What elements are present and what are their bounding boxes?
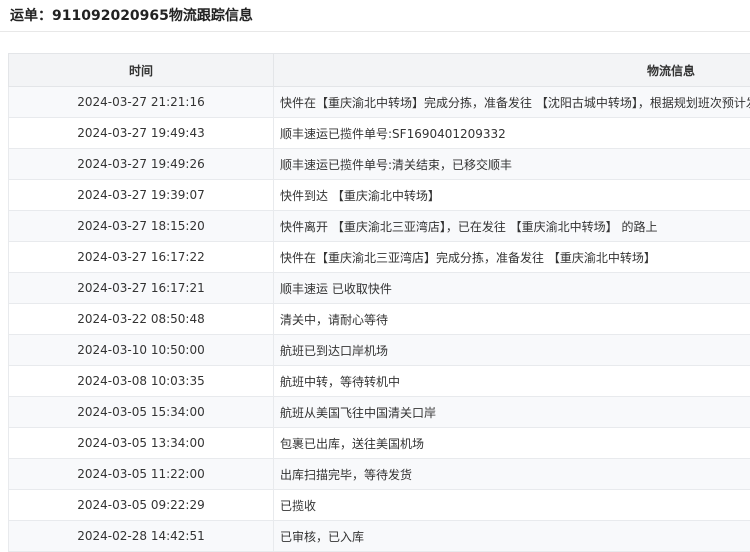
row-time: 2024-03-22 08:50:48 bbox=[9, 304, 274, 335]
row-info: 清关中，请耐心等待 bbox=[274, 304, 750, 335]
table-row: 2024-03-27 19:49:43顺丰速运已揽件单号:SF169040120… bbox=[9, 118, 750, 149]
table-row: 2024-03-27 19:49:26顺丰速运已揽件单号:清关结束，已移交顺丰 bbox=[9, 149, 750, 180]
row-time: 2024-03-05 11:22:00 bbox=[9, 459, 274, 490]
row-time: 2024-03-27 16:17:21 bbox=[9, 273, 274, 304]
row-time: 2024-03-08 10:03:35 bbox=[9, 366, 274, 397]
row-info: 顺丰速运已揽件单号:清关结束，已移交顺丰 bbox=[274, 149, 750, 180]
table-row: 2024-03-27 19:39:07快件到达 【重庆渝北中转场】 bbox=[9, 180, 750, 211]
table-row: 2024-03-05 09:22:29已揽收 bbox=[9, 490, 750, 521]
row-info: 包裹已出库，送往美国机场 bbox=[274, 428, 750, 459]
row-time: 2024-03-05 13:34:00 bbox=[9, 428, 274, 459]
table-row: 2024-03-05 13:34:00包裹已出库，送往美国机场 bbox=[9, 428, 750, 459]
row-time: 2024-03-10 10:50:00 bbox=[9, 335, 274, 366]
row-time: 2024-03-27 21:21:16 bbox=[9, 87, 274, 118]
tracking-table-container: 时间 物流信息 2024-03-27 21:21:16快件在【重庆渝北中转场】完… bbox=[8, 53, 750, 552]
table-row: 2024-03-27 16:17:22快件在【重庆渝北三亚湾店】完成分拣，准备发… bbox=[9, 242, 750, 273]
row-time: 2024-03-05 09:22:29 bbox=[9, 490, 274, 521]
table-row: 2024-03-05 15:34:00航班从美国飞往中国清关口岸 bbox=[9, 397, 750, 428]
row-time: 2024-03-27 19:49:26 bbox=[9, 149, 274, 180]
tracking-table: 时间 物流信息 2024-03-27 21:21:16快件在【重庆渝北中转场】完… bbox=[8, 53, 750, 552]
row-time: 2024-02-28 14:42:51 bbox=[9, 521, 274, 552]
table-row: 2024-03-08 10:03:35航班中转，等待转机中 bbox=[9, 366, 750, 397]
page-title: 运单：911092020965物流跟踪信息 bbox=[10, 5, 253, 25]
row-info: 快件在【重庆渝北中转场】完成分拣，准备发往 【沈阳古城中转场】，根据规划班次预计… bbox=[274, 87, 750, 118]
table-row: 2024-03-27 18:15:20快件离开 【重庆渝北三亚湾店】，已在发往 … bbox=[9, 211, 750, 242]
row-time: 2024-03-27 19:39:07 bbox=[9, 180, 274, 211]
row-info: 已审核，已入库 bbox=[274, 521, 750, 552]
row-info: 航班中转，等待转机中 bbox=[274, 366, 750, 397]
table-row: 2024-03-10 10:50:00航班已到达口岸机场 bbox=[9, 335, 750, 366]
table-row: 2024-03-27 16:17:21顺丰速运 已收取快件 bbox=[9, 273, 750, 304]
column-header-time: 时间 bbox=[9, 54, 274, 87]
table-row: 2024-03-22 08:50:48清关中，请耐心等待 bbox=[9, 304, 750, 335]
column-header-info: 物流信息 bbox=[274, 54, 750, 87]
table-header-row: 时间 物流信息 bbox=[9, 54, 750, 87]
row-info: 航班从美国飞往中国清关口岸 bbox=[274, 397, 750, 428]
row-time: 2024-03-27 16:17:22 bbox=[9, 242, 274, 273]
row-info: 顺丰速运已揽件单号:SF1690401209332 bbox=[274, 118, 750, 149]
row-info: 快件离开 【重庆渝北三亚湾店】，已在发往 【重庆渝北中转场】 的路上 bbox=[274, 211, 750, 242]
row-info: 出库扫描完毕，等待发货 bbox=[274, 459, 750, 490]
row-time: 2024-03-27 19:49:43 bbox=[9, 118, 274, 149]
row-info: 顺丰速运 已收取快件 bbox=[274, 273, 750, 304]
row-time: 2024-03-05 15:34:00 bbox=[9, 397, 274, 428]
table-row: 2024-03-27 21:21:16快件在【重庆渝北中转场】完成分拣，准备发往… bbox=[9, 87, 750, 118]
row-info: 快件在【重庆渝北三亚湾店】完成分拣，准备发往 【重庆渝北中转场】 bbox=[274, 242, 750, 273]
row-time: 2024-03-27 18:15:20 bbox=[9, 211, 274, 242]
row-info: 航班已到达口岸机场 bbox=[274, 335, 750, 366]
table-row: 2024-02-28 14:42:51已审核，已入库 bbox=[9, 521, 750, 552]
table-body: 2024-03-27 21:21:16快件在【重庆渝北中转场】完成分拣，准备发往… bbox=[9, 87, 750, 552]
title-divider bbox=[0, 31, 750, 32]
table-row: 2024-03-05 11:22:00出库扫描完毕，等待发货 bbox=[9, 459, 750, 490]
row-info: 快件到达 【重庆渝北中转场】 bbox=[274, 180, 750, 211]
row-info: 已揽收 bbox=[274, 490, 750, 521]
